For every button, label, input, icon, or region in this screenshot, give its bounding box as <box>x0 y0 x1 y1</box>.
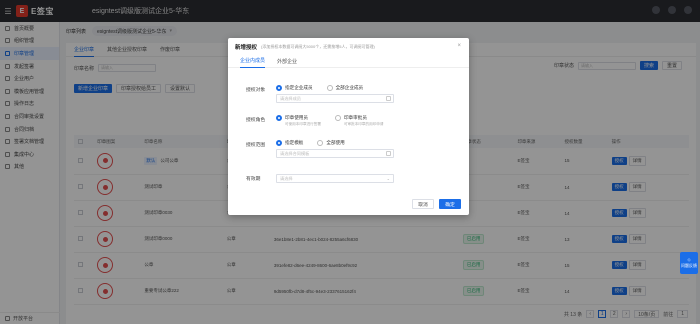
radio-unchecked-icon <box>326 85 333 91</box>
scope-label: 授权对象 <box>246 88 266 93</box>
radio-checked-icon <box>276 85 282 91</box>
modal-note: (添加授权本数据可调阅大5000个，还需按增5人，可调阅可管理) <box>261 43 375 49</box>
member-picker-icon[interactable] <box>386 96 391 101</box>
chevron-down-icon: ⌄ <box>386 176 390 181</box>
tab-internal-members[interactable]: 企业内成员 <box>240 55 266 68</box>
role-approver-radio[interactable]: 印章审批员 可审批本印章的用印申请 <box>334 115 383 127</box>
feedback-label: 问题反馈 <box>681 263 697 268</box>
radio-unchecked-icon <box>317 140 324 146</box>
authorize-modal: 新增授权 (添加授权本数据可调阅大5000个，还需按增5人，可调阅可管理) × … <box>228 38 469 215</box>
template-picker-icon[interactable] <box>386 151 391 156</box>
radio-checked-icon <box>276 115 282 121</box>
range-row: 授权范围 指定模板 全部使用 请选择合同模板 <box>246 140 394 158</box>
confirm-button[interactable]: 确定 <box>439 199 461 209</box>
range-all-radio[interactable]: 全部使用 <box>317 140 345 146</box>
modal-header: 新增授权 (添加授权本数据可调阅大5000个，还需按增5人，可调阅可管理) <box>228 38 469 55</box>
role-label: 授权角色 <box>246 118 266 123</box>
scope-row: 授权对象 指定企业成员 全部企业成员 请选择成员 <box>246 85 394 103</box>
role-user-radio[interactable]: 印章使用员 可使用本印章进行签署 <box>276 115 321 127</box>
range-template-radio[interactable]: 指定模板 <box>276 140 303 146</box>
cancel-button[interactable]: 取消 <box>412 199 434 209</box>
feedback-button[interactable]: ◇ 问题反馈 <box>680 252 698 274</box>
role-row: 授权角色 印章使用员 可使用本印章进行签署 印章审批员 可审批本印章的用印申请 <box>246 115 383 127</box>
modal-title: 新增授权 <box>235 44 258 51</box>
modal-footer: 取消 确定 <box>412 199 461 209</box>
modal-tabs: 企业内成员 外部企业 <box>228 55 469 68</box>
range-label: 授权范围 <box>246 143 266 148</box>
template-select-input[interactable]: 请选择合同模板 <box>276 149 394 158</box>
scope-all-radio[interactable]: 全部企业成员 <box>326 85 363 91</box>
feedback-icon: ◇ <box>687 257 691 262</box>
radio-checked-icon <box>276 140 282 146</box>
radio-unchecked-icon <box>334 115 341 121</box>
close-icon[interactable]: × <box>457 43 461 49</box>
expire-label: 有效期 <box>246 177 261 182</box>
tab-external-company[interactable]: 外部企业 <box>277 55 297 68</box>
member-select-input[interactable]: 请选择成员 <box>276 94 394 103</box>
expire-row: 有效期 请选择 ⌄ <box>246 174 394 183</box>
expire-select[interactable]: 请选择 ⌄ <box>276 174 394 183</box>
scope-specific-radio[interactable]: 指定企业成员 <box>276 85 313 91</box>
